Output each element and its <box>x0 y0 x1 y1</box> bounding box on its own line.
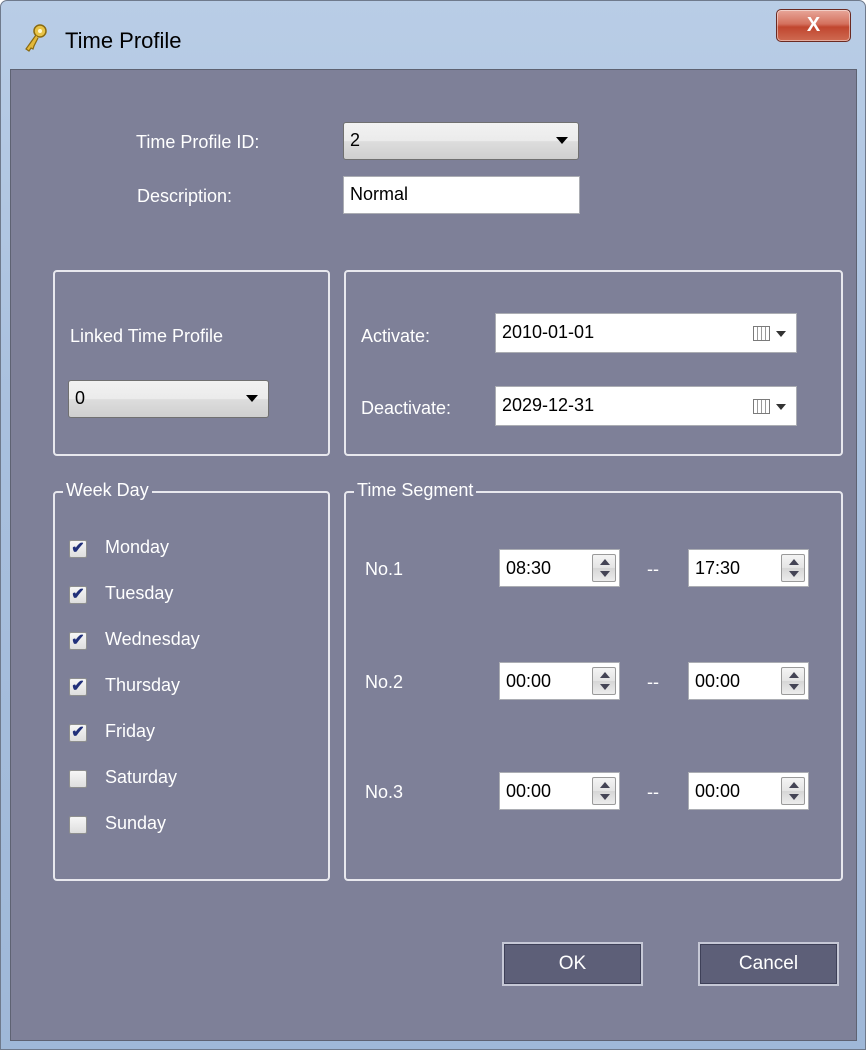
time-segment-list: No.1 08:30 -- 17:30 No.2 00:00 -- 00:00 No.3 00:0… <box>346 493 841 879</box>
activation-dates-panel: Activate: 2010-01-01 Deactivate: 2029-12… <box>344 270 843 456</box>
segment-separator: -- <box>647 672 659 692</box>
weekday-checkbox-saturday[interactable] <box>69 770 87 788</box>
segment-end-time[interactable]: 00:00 <box>688 772 809 810</box>
weekday-checkbox-tuesday[interactable]: ✔ <box>69 586 87 604</box>
chevron-down-icon <box>246 395 258 402</box>
close-icon: X <box>806 14 821 36</box>
segment-start-time-value: 00:00 <box>506 671 552 691</box>
calendar-icon[interactable] <box>753 399 770 414</box>
weekday-label: Sunday <box>105 813 167 833</box>
description-input[interactable]: Normal <box>343 176 580 214</box>
arrow-up-icon[interactable] <box>789 672 799 678</box>
activate-date-picker[interactable]: 2010-01-01 <box>495 313 797 353</box>
linked-time-profile-label: Linked Time Profile <box>70 326 224 346</box>
weekday-row-tuesday[interactable]: ✔ Tuesday <box>69 583 309 609</box>
segment-end-time-value: 17:30 <box>695 558 741 578</box>
arrow-down-icon[interactable] <box>600 684 610 690</box>
segment-end-time[interactable]: 17:30 <box>688 549 809 587</box>
weekday-checkbox-monday[interactable]: ✔ <box>69 540 87 558</box>
weekday-row-saturday[interactable]: Saturday <box>69 767 309 793</box>
spinner-buttons[interactable] <box>781 777 805 805</box>
linked-profile-panel: Linked Time Profile 0 <box>53 270 330 456</box>
calendar-icon[interactable] <box>753 326 770 341</box>
segment-end-time-value: 00:00 <box>695 671 741 691</box>
window-title: Time Profile <box>65 28 182 53</box>
linked-time-profile-dropdown[interactable]: 0 <box>68 380 269 418</box>
weekday-label: Wednesday <box>105 629 200 649</box>
close-button[interactable]: X <box>776 9 851 42</box>
linked-time-profile-value: 0 <box>75 388 86 408</box>
arrow-up-icon[interactable] <box>600 672 610 678</box>
deactivate-date-picker[interactable]: 2029-12-31 <box>495 386 797 426</box>
weekday-label: Monday <box>105 537 170 557</box>
arrow-down-icon[interactable] <box>600 571 610 577</box>
segment-start-time-value: 00:00 <box>506 781 552 801</box>
segment-separator: -- <box>647 782 659 802</box>
weekday-checkbox-thursday[interactable]: ✔ <box>69 678 87 696</box>
arrow-up-icon[interactable] <box>789 559 799 565</box>
dialog-client-area: Time Profile ID: 2 Description: Normal L… <box>10 69 857 1041</box>
weekday-checkbox-wednesday[interactable]: ✔ <box>69 632 87 650</box>
activate-label: Activate: <box>361 326 431 346</box>
time-profile-id-value: 2 <box>350 130 361 150</box>
segment-separator: -- <box>647 559 659 579</box>
segment-label: No.1 <box>365 559 404 579</box>
week-day-group: Week Day ✔ Monday ✔ Tuesday ✔ Wednesday ✔ Thurs… <box>53 480 330 881</box>
deactivate-date-value: 2029-12-31 <box>502 395 595 415</box>
segment-start-time[interactable]: 08:30 <box>499 549 620 587</box>
week-day-title: Week Day <box>63 480 152 501</box>
arrow-up-icon[interactable] <box>600 559 610 565</box>
weekday-label: Thursday <box>105 675 181 695</box>
chevron-down-icon <box>556 137 568 144</box>
time-segment-group: Time Segment No.1 08:30 -- 17:30 No.2 00:00 --… <box>344 480 843 881</box>
weekday-checkbox-sunday[interactable] <box>69 816 87 834</box>
weekday-label: Saturday <box>105 767 178 787</box>
weekday-row-thursday[interactable]: ✔ Thursday <box>69 675 309 701</box>
arrow-down-icon[interactable] <box>789 794 799 800</box>
chevron-down-icon[interactable] <box>776 331 786 337</box>
key-icon <box>25 24 47 52</box>
segment-start-time[interactable]: 00:00 <box>499 772 620 810</box>
segment-end-time-value: 00:00 <box>695 781 741 801</box>
arrow-up-icon[interactable] <box>789 782 799 788</box>
time-profile-id-dropdown[interactable]: 2 <box>343 122 579 160</box>
weekday-label: Tuesday <box>105 583 174 603</box>
cancel-button[interactable]: Cancel <box>698 942 839 986</box>
segment-label: No.3 <box>365 782 404 802</box>
weekday-row-sunday[interactable]: Sunday <box>69 813 309 839</box>
time-profile-window: Time Profile X Time Profile ID: 2 Descri… <box>0 0 866 1050</box>
ok-button[interactable]: OK <box>502 942 643 986</box>
weekday-row-friday[interactable]: ✔ Friday <box>69 721 309 747</box>
arrow-down-icon[interactable] <box>789 684 799 690</box>
weekday-label: Friday <box>105 721 156 741</box>
weekday-row-wednesday[interactable]: ✔ Wednesday <box>69 629 309 655</box>
segment-label: No.2 <box>365 672 404 692</box>
title-bar[interactable]: Time Profile X <box>1 1 865 69</box>
arrow-down-icon[interactable] <box>600 794 610 800</box>
arrow-up-icon[interactable] <box>600 782 610 788</box>
week-day-list: ✔ Monday ✔ Tuesday ✔ Wednesday ✔ Thursday ✔ Frida… <box>69 537 319 867</box>
segment-start-time[interactable]: 00:00 <box>499 662 620 700</box>
time-profile-id-label: Time Profile ID: <box>136 132 260 152</box>
spinner-buttons[interactable] <box>781 667 805 695</box>
chevron-down-icon[interactable] <box>776 404 786 410</box>
segment-end-time[interactable]: 00:00 <box>688 662 809 700</box>
weekday-row-monday[interactable]: ✔ Monday <box>69 537 309 563</box>
deactivate-label: Deactivate: <box>361 398 452 418</box>
segment-start-time-value: 08:30 <box>506 558 552 578</box>
description-label: Description: <box>137 186 233 206</box>
weekday-checkbox-friday[interactable]: ✔ <box>69 724 87 742</box>
arrow-down-icon[interactable] <box>789 571 799 577</box>
spinner-buttons[interactable] <box>592 667 616 695</box>
spinner-buttons[interactable] <box>592 554 616 582</box>
spinner-buttons[interactable] <box>781 554 805 582</box>
spinner-buttons[interactable] <box>592 777 616 805</box>
activate-date-value: 2010-01-01 <box>502 322 595 342</box>
